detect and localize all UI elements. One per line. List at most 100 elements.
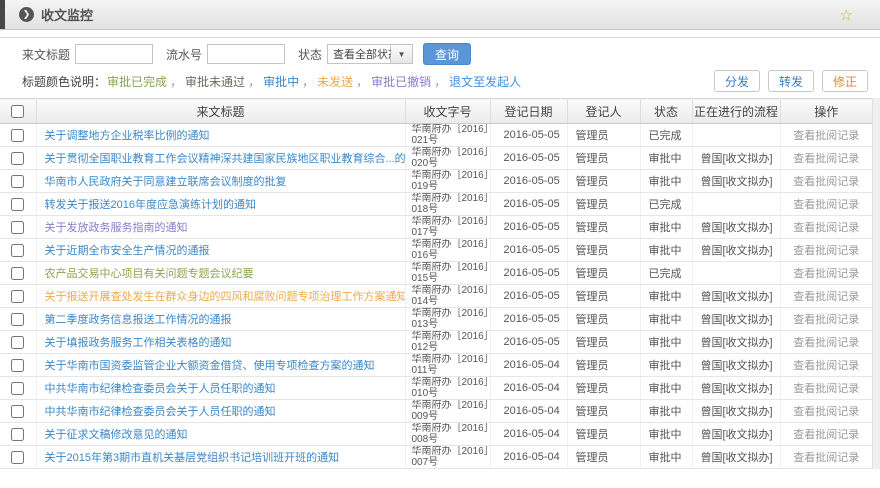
row-checkbox[interactable] bbox=[11, 405, 24, 418]
doc-title-link[interactable]: 华南市人民政府关于同意建立联席会议制度的批复 bbox=[45, 176, 287, 188]
register-date-cell: 2016-05-04 bbox=[490, 423, 567, 446]
status-cell: 审批中 bbox=[640, 354, 692, 377]
register-date-cell: 2016-05-04 bbox=[490, 400, 567, 423]
row-checkbox-cell bbox=[0, 216, 36, 239]
view-records-link[interactable]: 查看批阅记录 bbox=[793, 130, 859, 142]
doc-title-cell: 农产品交易中心项目有关问题专题会议纪要 bbox=[36, 262, 405, 285]
register-date-cell: 2016-05-05 bbox=[490, 124, 567, 147]
legend-item: 审批中 bbox=[263, 75, 299, 89]
row-checkbox-cell bbox=[0, 193, 36, 216]
doc-title-link[interactable]: 关于近期全市安全生产情况的通报 bbox=[45, 245, 210, 257]
doc-title-link[interactable]: 中共华南市纪律检查委员会关于人员任职的通知 bbox=[45, 406, 276, 418]
doc-title-link[interactable]: 关于发放政务服务指南的通知 bbox=[45, 222, 188, 234]
register-date-cell: 2016-05-05 bbox=[490, 239, 567, 262]
row-checkbox[interactable] bbox=[11, 175, 24, 188]
row-checkbox-cell bbox=[0, 239, 36, 262]
operation-cell: 查看批阅记录 bbox=[780, 308, 872, 331]
operation-cell: 查看批阅记录 bbox=[780, 377, 872, 400]
registrant-cell: 管理员 bbox=[567, 239, 640, 262]
doc-title-cell: 关于2015年第3期市直机关基层党组织书记培训班开班的通知 bbox=[36, 446, 405, 469]
row-checkbox[interactable] bbox=[11, 336, 24, 349]
doc-title-cell: 第二季度政务信息报送工作情况的通报 bbox=[36, 308, 405, 331]
doc-number-cell: 华南府办［2016］ 016号 bbox=[405, 239, 490, 262]
view-records-link[interactable]: 查看批阅记录 bbox=[793, 153, 859, 165]
row-checkbox-cell bbox=[0, 147, 36, 170]
view-records-link[interactable]: 查看批阅记录 bbox=[793, 383, 859, 395]
correct-button[interactable]: 修正 bbox=[822, 70, 868, 92]
view-records-link[interactable]: 查看批阅记录 bbox=[793, 452, 859, 464]
registrant-cell: 管理员 bbox=[567, 400, 640, 423]
view-records-link[interactable]: 查看批阅记录 bbox=[793, 268, 859, 280]
doc-title-link[interactable]: 关于报送开展查处发生在群众身边的四风和腐败问题专项治理工作方案通知 bbox=[45, 291, 406, 303]
status-cell: 审批中 bbox=[640, 170, 692, 193]
flow-cell bbox=[692, 124, 780, 147]
serial-number-input[interactable] bbox=[207, 44, 285, 64]
chevron-down-icon[interactable]: ▼ bbox=[391, 44, 413, 64]
row-checkbox-cell bbox=[0, 170, 36, 193]
legend-items: 审批已完成，审批未通过，审批中，未发送，审批已撤销，退文至发起人 bbox=[106, 75, 522, 89]
view-records-link[interactable]: 查看批阅记录 bbox=[793, 337, 859, 349]
doc-title-cell: 中共华南市纪律检查委员会关于人员任职的通知 bbox=[36, 400, 405, 423]
doc-title-link[interactable]: 农产品交易中心项目有关问题专题会议纪要 bbox=[45, 268, 254, 280]
status-select[interactable]: 查看全部状态 ▼ bbox=[327, 44, 413, 64]
registrant-cell: 管理员 bbox=[567, 193, 640, 216]
row-checkbox[interactable] bbox=[11, 267, 24, 280]
query-button[interactable]: 查询 bbox=[423, 43, 471, 65]
doc-title-link[interactable]: 关于2015年第3期市直机关基层党组织书记培训班开班的通知 bbox=[45, 452, 340, 464]
distribute-button[interactable]: 分发 bbox=[714, 70, 760, 92]
register-date-cell: 2016-05-04 bbox=[490, 354, 567, 377]
row-checkbox[interactable] bbox=[11, 244, 24, 257]
doc-number-cell: 华南府办［2016］ 020号 bbox=[405, 147, 490, 170]
favorite-star-icon[interactable]: ☆ bbox=[840, 6, 853, 24]
doc-title-input[interactable] bbox=[75, 44, 153, 64]
doc-title-cell: 关于发放政务服务指南的通知 bbox=[36, 216, 405, 239]
registrant-cell: 管理员 bbox=[567, 170, 640, 193]
status-label: 状态 bbox=[298, 46, 322, 63]
row-checkbox[interactable] bbox=[11, 129, 24, 142]
view-records-link[interactable]: 查看批阅记录 bbox=[793, 429, 859, 441]
scrollbar-track[interactable] bbox=[872, 98, 880, 469]
view-records-link[interactable]: 查看批阅记录 bbox=[793, 199, 859, 211]
row-checkbox[interactable] bbox=[11, 152, 24, 165]
forward-button[interactable]: 转发 bbox=[768, 70, 814, 92]
registrant-cell: 管理员 bbox=[567, 377, 640, 400]
doc-number-cell: 华南府办［2016］ 017号 bbox=[405, 216, 490, 239]
register-date-cell: 2016-05-05 bbox=[490, 193, 567, 216]
doc-title-link[interactable]: 第二季度政务信息报送工作情况的通报 bbox=[45, 314, 232, 326]
doc-title-link[interactable]: 中共华南市纪律检查委员会关于人员任职的通知 bbox=[45, 383, 276, 395]
doc-title-cell: 中共华南市纪律检查委员会关于人员任职的通知 bbox=[36, 377, 405, 400]
row-checkbox[interactable] bbox=[11, 428, 24, 441]
col-header-register-date: 登记日期 bbox=[490, 99, 567, 124]
doc-title-cell: 关于填报政务服务工作相关表格的通知 bbox=[36, 331, 405, 354]
doc-title-link[interactable]: 转发关于报送2016年度应急演练计划的通知 bbox=[45, 199, 256, 211]
row-checkbox[interactable] bbox=[11, 313, 24, 326]
view-records-link[interactable]: 查看批阅记录 bbox=[793, 406, 859, 418]
doc-title-link[interactable]: 关于征求文稿修改意见的通知 bbox=[45, 429, 188, 441]
view-records-link[interactable]: 查看批阅记录 bbox=[793, 245, 859, 257]
doc-title-link[interactable]: 关于贯彻全国职业教育工作会议精神深共建国家民族地区职业教育综合...的通知 bbox=[45, 153, 406, 165]
col-header-operation: 操作 bbox=[780, 99, 872, 124]
color-legend: 标题颜色说明：审批已完成，审批未通过，审批中，未发送，审批已撤销，退文至发起人 bbox=[22, 73, 522, 90]
doc-title-cell: 华南市人民政府关于同意建立联席会议制度的批复 bbox=[36, 170, 405, 193]
doc-title-link[interactable]: 关于华南市国资委监管企业大额资金借贷、使用专项检查方案的通知 bbox=[45, 360, 375, 372]
view-records-link[interactable]: 查看批阅记录 bbox=[793, 176, 859, 188]
row-checkbox[interactable] bbox=[11, 221, 24, 234]
view-records-link[interactable]: 查看批阅记录 bbox=[793, 291, 859, 303]
select-all-checkbox[interactable] bbox=[11, 105, 24, 118]
search-bar: 来文标题 流水号 状态 查看全部状态 ▼ 查询 bbox=[0, 38, 880, 68]
doc-title-link[interactable]: 关于填报政务服务工作相关表格的通知 bbox=[45, 337, 232, 349]
row-checkbox[interactable] bbox=[11, 198, 24, 211]
row-checkbox[interactable] bbox=[11, 382, 24, 395]
view-records-link[interactable]: 查看批阅记录 bbox=[793, 222, 859, 234]
row-checkbox[interactable] bbox=[11, 359, 24, 372]
register-date-cell: 2016-05-05 bbox=[490, 331, 567, 354]
row-checkbox[interactable] bbox=[11, 290, 24, 303]
registrant-cell: 管理员 bbox=[567, 262, 640, 285]
doc-number-cell: 华南府办［2016］ 010号 bbox=[405, 377, 490, 400]
row-checkbox[interactable] bbox=[11, 451, 24, 464]
doc-title-link[interactable]: 关于调整地方企业税率比例的通知 bbox=[45, 130, 210, 142]
row-checkbox-cell bbox=[0, 308, 36, 331]
view-records-link[interactable]: 查看批阅记录 bbox=[793, 360, 859, 372]
operation-cell: 查看批阅记录 bbox=[780, 262, 872, 285]
view-records-link[interactable]: 查看批阅记录 bbox=[793, 314, 859, 326]
